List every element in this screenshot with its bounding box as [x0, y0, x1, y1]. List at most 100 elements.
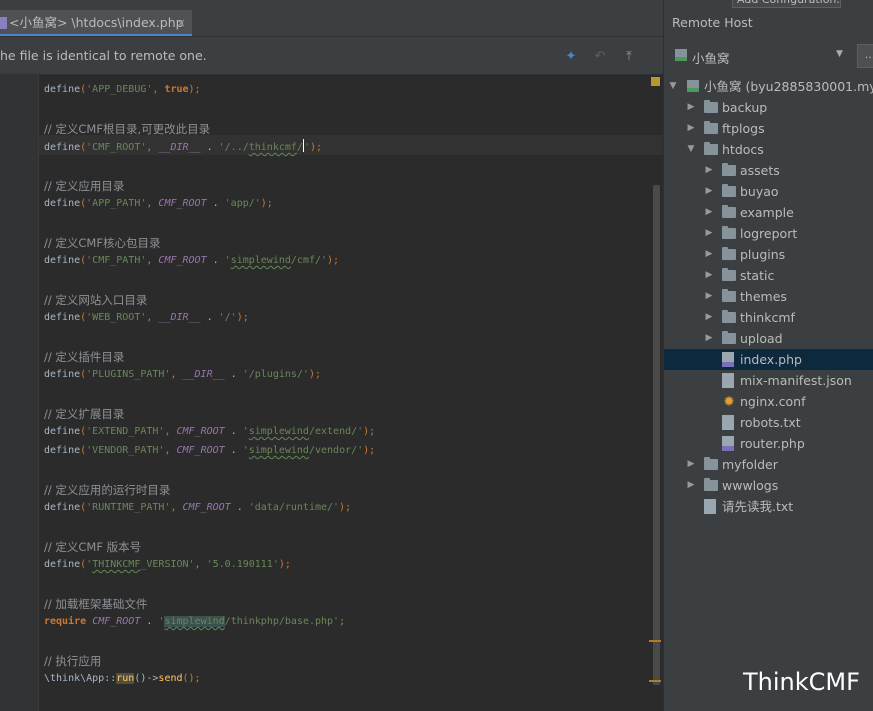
folder-icon: [704, 478, 718, 491]
expand-closed-icon[interactable]: ▶: [704, 244, 714, 265]
tree-node-byu2885830001-my3w[interactable]: ▼ 小鱼窝 (byu2885830001.my3w: [664, 76, 873, 97]
tree-node-backup[interactable]: ▶ backup: [664, 97, 873, 118]
expand-closed-icon[interactable]: ▶: [704, 265, 714, 286]
tree-node-label: myfolder: [722, 457, 778, 472]
upload-icon[interactable]: ⤒: [621, 49, 637, 65]
error-stripe-mark[interactable]: [649, 640, 661, 642]
close-tab-icon[interactable]: ×: [176, 10, 186, 36]
tree-node-label: upload: [740, 331, 783, 346]
expand-closed-icon[interactable]: ▶: [686, 118, 696, 139]
tree-node-label: wwwlogs: [722, 478, 779, 493]
watermark: ThinkCMF: [743, 668, 860, 696]
run-config-combo[interactable]: Add Configuration...: [732, 0, 841, 8]
expand-closed-icon[interactable]: ▶: [704, 286, 714, 307]
tree-node-index-php[interactable]: index.php: [664, 349, 873, 370]
text-file-icon: [704, 499, 716, 514]
tree-node-myfolder[interactable]: ▶ myfolder: [664, 454, 873, 475]
tree-node-router-php[interactable]: router.php: [664, 433, 873, 454]
tree-node-robots-txt[interactable]: robots.txt: [664, 412, 873, 433]
expand-closed-icon[interactable]: ▶: [686, 475, 696, 496]
expand-closed-icon[interactable]: ▶: [704, 202, 714, 223]
code-line: define('EXTEND_PATH', CMF_ROOT . 'simple…: [44, 426, 376, 437]
tree-node-label: backup: [722, 100, 768, 115]
code-comment: // 执行应用: [44, 654, 102, 668]
tree-node-plugins[interactable]: ▶ plugins: [664, 244, 873, 265]
tree-node-label: 小鱼窝 (byu2885830001.my3w: [704, 79, 873, 94]
code-comment: // 定义网站入口目录: [44, 293, 148, 307]
compare-icon[interactable]: ✦: [563, 49, 579, 65]
expand-closed-icon[interactable]: ▶: [686, 454, 696, 475]
tree-node-upload[interactable]: ▶ upload: [664, 328, 873, 349]
tree-node-themes[interactable]: ▶ themes: [664, 286, 873, 307]
code-line: define('VENDOR_PATH', CMF_ROOT . 'simple…: [44, 445, 376, 456]
expand-open-icon[interactable]: ▼: [686, 139, 696, 160]
tree-node-example[interactable]: ▶ example: [664, 202, 873, 223]
php-file-icon: [0, 17, 7, 29]
chevron-down-icon[interactable]: ▼: [836, 49, 843, 59]
tree-node-label: static: [740, 268, 775, 283]
folder-icon: [704, 142, 718, 155]
tree-node-logreport[interactable]: ▶ logreport: [664, 223, 873, 244]
tree-node-nginx-conf[interactable]: ✹ nginx.conf: [664, 391, 873, 412]
warning-marker[interactable]: [651, 77, 660, 86]
tree-node-buyao[interactable]: ▶ buyao: [664, 181, 873, 202]
host-selector[interactable]: 小鱼窝 ▼ ...: [664, 40, 873, 70]
expand-closed-icon[interactable]: ▶: [704, 160, 714, 181]
code-line: define('CMF_PATH', CMF_ROOT . 'simplewin…: [44, 255, 340, 266]
tree-node-label: buyao: [740, 184, 779, 199]
expand-open-icon[interactable]: ▼: [668, 76, 678, 97]
folder-icon: [704, 121, 718, 134]
code-line: define('APP_DEBUG', true);: [44, 84, 201, 95]
folder-icon: [722, 247, 736, 260]
error-stripe-mark[interactable]: [649, 680, 661, 682]
php-file-icon: [722, 436, 734, 451]
tree-node-assets[interactable]: ▶ assets: [664, 160, 873, 181]
expand-closed-icon[interactable]: ▶: [704, 307, 714, 328]
code-line: require CMF_ROOT . 'simplewind/thinkphp/…: [44, 616, 346, 627]
folder-icon: [704, 100, 718, 113]
tree-node-label: ftplogs: [722, 121, 765, 136]
notice-text: he file is identical to remote one.: [0, 48, 207, 63]
tree-node-htdocs[interactable]: ▼ htdocs: [664, 139, 873, 160]
browse-host-button[interactable]: ...: [857, 44, 873, 68]
tree-node-label: themes: [740, 289, 787, 304]
code-line: \think\App::run()->send();: [44, 673, 201, 684]
expand-closed-icon[interactable]: ▶: [704, 181, 714, 202]
tree-node-label: index.php: [740, 352, 802, 367]
code-editor[interactable]: define('APP_DEBUG', true); // 定义CMF根目录,可…: [39, 75, 663, 711]
tree-node-label: mix-manifest.json: [740, 373, 852, 388]
tree-node-label: 请先读我.txt: [722, 499, 794, 514]
folder-icon: [722, 226, 736, 239]
code-line: define('THINKCMF_VERSION', '5.0.190111')…: [44, 559, 291, 570]
tree-node-label: logreport: [740, 226, 798, 241]
tree-node-mix-manifest-json[interactable]: mix-manifest.json: [664, 370, 873, 391]
tree-node-static[interactable]: ▶ static: [664, 265, 873, 286]
code-comment: // 定义CMF 版本号: [44, 540, 142, 554]
tree-node-label: nginx.conf: [740, 394, 806, 409]
tree-node-thinkcmf[interactable]: ▶ thinkcmf: [664, 307, 873, 328]
code-comment: // 定义应用目录: [44, 179, 125, 193]
editor-scrollbar[interactable]: [653, 185, 660, 685]
tree-node-wwwlogs[interactable]: ▶ wwwlogs: [664, 475, 873, 496]
tree-node-txt[interactable]: 请先读我.txt: [664, 496, 873, 517]
code-line: define('APP_PATH', CMF_ROOT . 'app/');: [44, 198, 273, 209]
gear-icon: ✹: [723, 394, 735, 410]
folder-icon: [722, 310, 736, 323]
tree-node-label: assets: [740, 163, 780, 178]
folder-icon: [722, 268, 736, 281]
folder-icon: [722, 331, 736, 344]
expand-closed-icon[interactable]: ▶: [686, 97, 696, 118]
folder-icon: [704, 457, 718, 470]
remote-compare-notice: he file is identical to remote one. ✦ ↶ …: [0, 37, 663, 75]
expand-closed-icon[interactable]: ▶: [704, 223, 714, 244]
remote-host-panel: Add Configuration... Remote Host 小鱼窝 ▼ .…: [663, 0, 873, 711]
editor-tab-index-php[interactable]: <小鱼窝> \htdocs\index.php ×: [0, 10, 192, 36]
tree-node-ftplogs[interactable]: ▶ ftplogs: [664, 118, 873, 139]
tree-node-label: htdocs: [722, 142, 764, 157]
revert-icon[interactable]: ↶: [592, 49, 608, 65]
code-comment: // 加载框架基础文件: [44, 597, 148, 611]
code-line: define('WEB_ROOT', __DIR__ . '/');: [44, 312, 249, 323]
expand-closed-icon[interactable]: ▶: [704, 328, 714, 349]
code-line: define('RUNTIME_PATH', CMF_ROOT . 'data/…: [44, 502, 352, 513]
code-comment: // 定义CMF核心包目录: [44, 236, 161, 250]
